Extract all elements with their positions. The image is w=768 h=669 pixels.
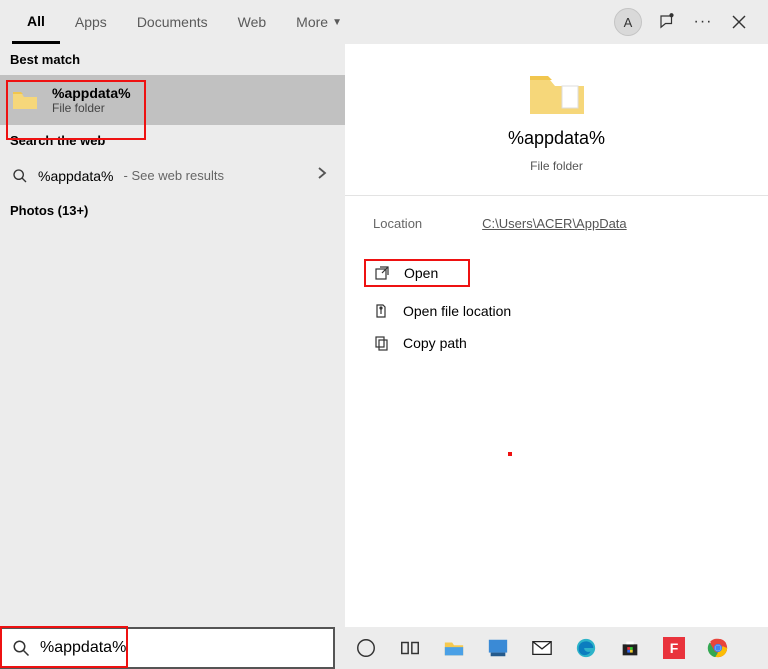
web-result[interactable]: %appdata% - See web results — [0, 156, 345, 195]
store-icon[interactable] — [619, 637, 641, 659]
header-actions: A ··· — [614, 0, 768, 44]
bottom-bar: F — [0, 627, 768, 669]
tab-all[interactable]: All — [12, 0, 60, 44]
search-header: All Apps Documents Web More ▼ A ··· — [0, 0, 768, 44]
feedback-icon[interactable] — [656, 11, 678, 33]
tab-web[interactable]: Web — [223, 0, 282, 44]
filter-tabs: All Apps Documents Web More ▼ — [12, 0, 357, 44]
location-label: Location — [373, 216, 422, 231]
preview-title: %appdata% — [508, 128, 605, 149]
action-copy-path-label: Copy path — [403, 335, 467, 351]
action-open-location-label: Open file location — [403, 303, 511, 319]
search-icon — [12, 168, 28, 184]
app-icon-1[interactable] — [487, 637, 509, 659]
search-web-label: Search the web — [0, 125, 345, 156]
taskbar: F — [335, 627, 768, 669]
search-icon — [12, 639, 30, 657]
photos-label: Photos (13+) — [0, 195, 345, 226]
web-query: %appdata% — [38, 168, 114, 184]
tab-documents[interactable]: Documents — [122, 0, 223, 44]
action-open[interactable]: Open — [363, 251, 750, 295]
preview-panel: %appdata% File folder Location C:\Users\… — [345, 44, 768, 669]
cortana-icon[interactable] — [355, 637, 377, 659]
best-match-title: %appdata% — [52, 85, 131, 101]
preview-subtitle: File folder — [530, 159, 583, 173]
location-path[interactable]: C:\Users\ACER\AppData — [482, 216, 627, 231]
file-explorer-icon[interactable] — [443, 637, 465, 659]
web-suffix: - See web results — [124, 168, 224, 183]
best-match-label: Best match — [0, 44, 345, 75]
best-match-subtitle: File folder — [52, 101, 131, 115]
app-icon-2[interactable]: F — [663, 637, 685, 659]
copy-icon — [373, 335, 389, 351]
location-icon — [373, 303, 389, 319]
action-open-location[interactable]: Open file location — [363, 295, 750, 327]
chevron-right-icon — [317, 166, 327, 185]
chevron-down-icon: ▼ — [332, 17, 342, 28]
edge-icon[interactable] — [575, 637, 597, 659]
results-panel: Best match %appdata% File folder Search … — [0, 44, 345, 669]
tab-apps[interactable]: Apps — [60, 0, 122, 44]
tab-more[interactable]: More ▼ — [281, 0, 357, 44]
action-open-label: Open — [404, 265, 438, 281]
user-avatar[interactable]: A — [614, 8, 642, 36]
search-box[interactable] — [0, 627, 335, 669]
mail-icon[interactable] — [531, 637, 553, 659]
annotation-dot — [508, 452, 512, 456]
task-view-icon[interactable] — [399, 637, 421, 659]
folder-large-icon — [528, 70, 586, 118]
more-options-icon[interactable]: ··· — [692, 11, 714, 33]
location-row: Location C:\Users\ACER\AppData — [345, 196, 768, 251]
search-input[interactable] — [40, 639, 323, 657]
close-icon[interactable] — [728, 11, 750, 33]
action-copy-path[interactable]: Copy path — [363, 327, 750, 359]
open-icon — [374, 265, 390, 281]
folder-icon — [12, 89, 38, 111]
chrome-icon[interactable] — [707, 637, 729, 659]
best-match-text: %appdata% File folder — [52, 85, 131, 115]
action-list: Open Open file location Copy path — [345, 251, 768, 359]
tab-more-label: More — [296, 14, 328, 30]
best-match-result[interactable]: %appdata% File folder — [0, 75, 345, 125]
